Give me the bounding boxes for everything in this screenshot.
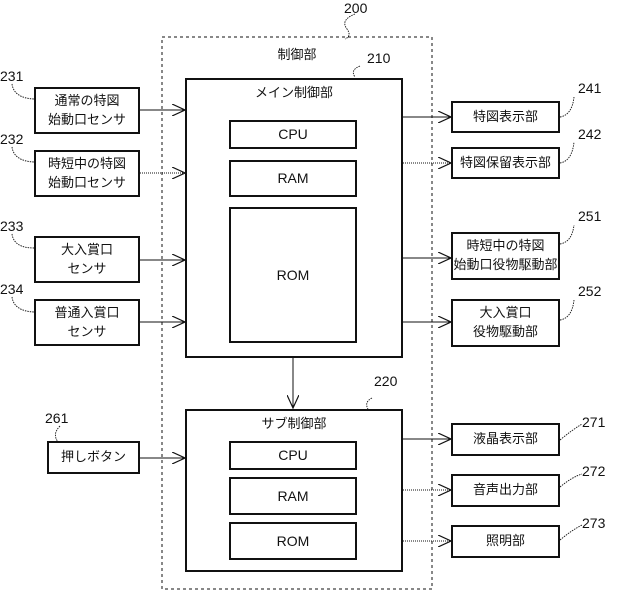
main-cpu-label: CPU <box>278 126 308 142</box>
output-box-241: 特図表示部 <box>451 101 560 133</box>
output-box-273: 照明部 <box>451 525 560 558</box>
main-rom-label: ROM <box>276 266 310 283</box>
ref-242: 242 <box>578 126 602 142</box>
sub-cpu-label: CPU <box>278 447 308 463</box>
input-232-line2: 始動口センサ <box>47 175 126 191</box>
input-261-label: 押しボタン <box>60 450 126 465</box>
ref-210: 210 <box>367 50 391 66</box>
ref-232: 232 <box>0 131 24 147</box>
main-ram-box: RAM <box>229 160 357 197</box>
output-271-label: 液晶表示部 <box>472 432 538 447</box>
input-box-261: 押しボタン <box>47 441 140 474</box>
main-rom-box: ROM <box>229 207 357 343</box>
output-273-label: 照明部 <box>485 534 525 549</box>
sub-ram-box: RAM <box>229 477 357 515</box>
main-ram-label: RAM <box>277 170 309 186</box>
input-233-line1: 大入賞口 <box>60 242 113 258</box>
ref-231: 231 <box>0 68 24 84</box>
output-box-242: 特図保留表示部 <box>451 147 560 179</box>
output-251-line2: 始動口役物駆動部 <box>453 258 558 273</box>
output-272-label: 音声出力部 <box>472 483 538 498</box>
ref-233: 233 <box>0 218 24 234</box>
output-box-271: 液晶表示部 <box>451 423 560 456</box>
output-box-252: 大入賞口 役物駆動部 <box>451 299 560 347</box>
input-231-line2: 始動口センサ <box>47 112 126 128</box>
input-232-line1: 時短中の特図 <box>47 156 126 172</box>
output-252-line2: 役物駆動部 <box>472 325 538 340</box>
ref-234: 234 <box>0 281 24 297</box>
main-control-title: メイン制御部 <box>254 86 333 101</box>
sub-cpu-box: CPU <box>229 441 357 470</box>
ref-261: 261 <box>45 410 69 426</box>
ref-220: 220 <box>374 373 398 389</box>
input-234-line1: 普通入賞口 <box>54 305 120 321</box>
ref-273: 273 <box>582 515 606 531</box>
input-box-233: 大入賞口 センサ <box>34 236 140 283</box>
sub-rom-label: ROM <box>276 532 310 549</box>
control-unit-title: 制御部 <box>277 48 317 63</box>
input-box-232: 時短中の特図 始動口センサ <box>34 150 140 197</box>
output-241-label: 特図表示部 <box>472 109 538 125</box>
ref-251: 251 <box>578 208 602 224</box>
input-box-231: 通常の特図始動口センサ <box>34 87 140 134</box>
output-252-line1: 大入賞口 <box>479 306 532 321</box>
input-box-234: 普通入賞口 センサ <box>34 299 140 346</box>
ref-272: 272 <box>582 463 606 479</box>
input-231-line1: 通常の特図 <box>54 93 120 109</box>
sub-control-title: サブ制御部 <box>261 417 327 432</box>
output-box-251: 時短中の特図 始動口役物駆動部 <box>451 232 560 280</box>
output-242-label: 特図保留表示部 <box>459 155 551 171</box>
ref-271: 271 <box>582 414 606 430</box>
sub-rom-box: ROM <box>229 522 357 560</box>
input-233-line2: センサ <box>67 261 107 277</box>
output-box-272: 音声出力部 <box>451 474 560 507</box>
ref-241: 241 <box>578 80 602 96</box>
sub-ram-label: RAM <box>277 487 309 504</box>
ref-252: 252 <box>578 283 602 299</box>
main-cpu-box: CPU <box>229 120 357 149</box>
ref-200: 200 <box>344 0 368 16</box>
input-234-line2: センサ <box>67 324 107 340</box>
output-251-line1: 時短中の特図 <box>466 239 545 254</box>
